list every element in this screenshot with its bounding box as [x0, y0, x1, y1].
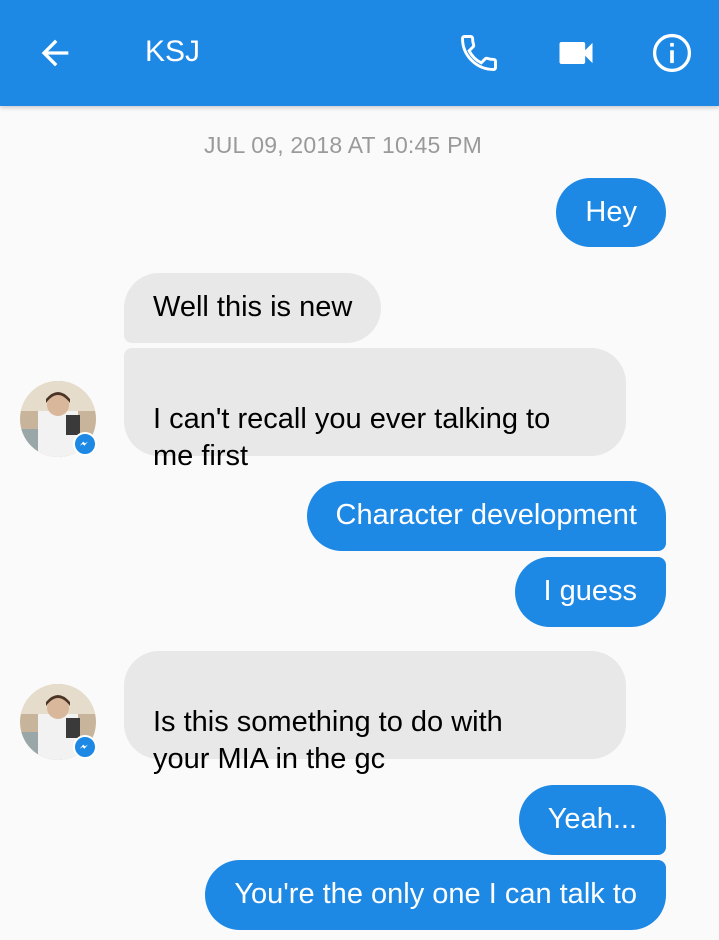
message-text: Hey — [585, 196, 637, 228]
app-bar: KSJ — [0, 0, 719, 106]
conversation-timestamp: JUL 09, 2018 AT 10:45 PM — [204, 132, 482, 158]
contact-avatar[interactable] — [20, 684, 97, 760]
message-text: I guess — [543, 575, 638, 607]
phone-icon — [461, 35, 497, 71]
message-bubble-received[interactable]: I can't recall you ever talking to me fi… — [124, 348, 626, 472]
conversation-title: KSJ — [145, 35, 201, 68]
video-camera-icon — [559, 42, 593, 64]
message-text: Character development — [335, 499, 637, 531]
messenger-badge-icon — [73, 432, 97, 456]
messenger-badge-icon — [73, 735, 97, 759]
info-icon — [652, 33, 692, 73]
contact-avatar[interactable] — [20, 381, 97, 457]
arrow-left-icon — [41, 39, 69, 67]
video-call-button[interactable] — [552, 29, 600, 77]
voice-call-button[interactable] — [455, 29, 503, 77]
message-bubble-sent[interactable]: Hey — [556, 178, 666, 247]
message-bubble-sent[interactable]: Character development — [306, 481, 666, 551]
message-bubble-sent[interactable]: You're the only one I can talk to — [205, 860, 666, 930]
message-bubble-sent[interactable]: Yeah... — [518, 785, 666, 855]
message-text: You're the only one I can talk to — [234, 878, 637, 910]
back-button[interactable] — [31, 29, 79, 77]
info-button[interactable] — [648, 29, 696, 77]
message-text: Yeah... — [547, 803, 637, 835]
message-text: Is this something to do with your MIA in… — [153, 706, 503, 775]
message-bubble-sent[interactable]: I guess — [514, 557, 666, 627]
message-text: I can't recall you ever talking to me fi… — [153, 403, 551, 472]
message-bubble-received[interactable]: Is this something to do with your MIA in… — [124, 651, 626, 775]
message-bubble-received[interactable]: Well this is new — [124, 273, 382, 343]
message-text: Well this is new — [153, 291, 353, 323]
